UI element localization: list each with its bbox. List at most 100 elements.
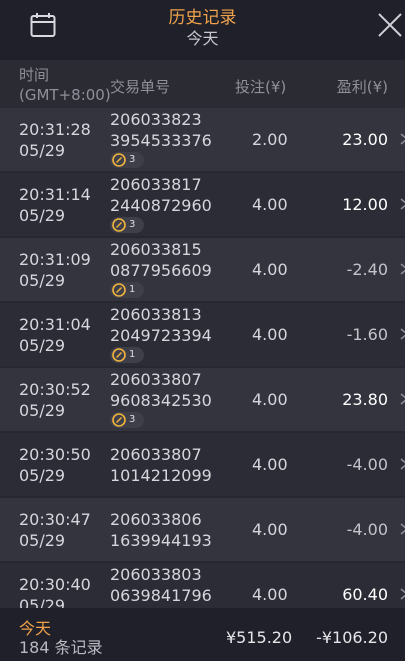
record-badge: 3 bbox=[110, 152, 144, 168]
coin-icon bbox=[112, 153, 126, 167]
record-order-line1: 206033806 bbox=[110, 510, 202, 529]
record-badge-count: 1 bbox=[129, 284, 136, 295]
record-badge: 3 bbox=[110, 217, 144, 233]
record-bet: 4.00 bbox=[252, 390, 288, 409]
chevron-right-icon bbox=[400, 393, 405, 405]
record-time-date: 05/29 bbox=[19, 206, 66, 225]
record-bet: 4.00 bbox=[252, 455, 288, 474]
close-icon[interactable] bbox=[377, 12, 403, 38]
record-badge: 1 bbox=[110, 282, 144, 298]
record-profit: 12.00 bbox=[342, 195, 388, 214]
record-order-line1: 206033807 bbox=[110, 370, 202, 389]
record-badge-count: 3 bbox=[129, 154, 136, 165]
record-order-line1: 206033807 bbox=[110, 445, 202, 464]
record-order-line1: 206033817 bbox=[110, 175, 202, 194]
record-row[interactable]: 20:31:14 05/29 206033817 2440872960 3 4.… bbox=[0, 173, 405, 236]
chevron-right-icon bbox=[400, 523, 405, 535]
record-row[interactable]: 20:31:28 05/29 206033823 3954533376 3 2.… bbox=[0, 108, 405, 171]
record-order-line1: 206033823 bbox=[110, 110, 202, 129]
record-row[interactable]: 20:30:52 05/29 206033807 9608342530 3 4.… bbox=[0, 368, 405, 431]
record-time-clock: 20:30:47 bbox=[19, 510, 91, 529]
record-profit: 60.40 bbox=[342, 585, 388, 604]
record-profit: -4.00 bbox=[346, 520, 388, 539]
record-time-clock: 20:30:40 bbox=[19, 575, 91, 594]
chevron-right-icon bbox=[400, 328, 405, 340]
column-time-label: 时间 bbox=[19, 66, 50, 84]
record-bet: 4.00 bbox=[252, 585, 288, 604]
record-bet: 4.00 bbox=[252, 195, 288, 214]
coin-icon bbox=[112, 413, 126, 427]
record-time-date: 05/29 bbox=[19, 271, 66, 290]
column-profit: 盈利(¥) bbox=[336, 78, 388, 96]
record-order-line1: 206033813 bbox=[110, 305, 202, 324]
record-order: 206033807 9608342530 bbox=[110, 369, 212, 411]
record-time-date: 05/29 bbox=[19, 336, 66, 355]
record-profit: -2.40 bbox=[346, 260, 388, 279]
record-time-clock: 20:30:52 bbox=[19, 380, 91, 399]
record-order-line2: 1639944193 bbox=[110, 531, 212, 550]
record-order-line1: 206033803 bbox=[110, 565, 202, 584]
record-profit: 23.80 bbox=[342, 390, 388, 409]
record-order: 206033813 2049723394 bbox=[110, 304, 212, 346]
page-title: 历史记录 bbox=[168, 8, 237, 28]
chevron-right-icon bbox=[400, 198, 405, 210]
record-bet: 4.00 bbox=[252, 520, 288, 539]
record-bet: 4.00 bbox=[252, 260, 288, 279]
record-order: 206033806 1639944193 bbox=[110, 509, 212, 551]
chevron-right-icon bbox=[400, 588, 405, 600]
record-time: 20:31:14 05/29 bbox=[19, 184, 91, 226]
footer-total-profit: -¥106.20 bbox=[316, 628, 388, 647]
record-badge-count: 3 bbox=[129, 414, 136, 425]
chevron-right-icon bbox=[400, 263, 405, 275]
footer-record-count: 184 条记录 bbox=[19, 638, 103, 657]
record-row[interactable]: 20:30:50 05/29 206033807 1014212099 4.00… bbox=[0, 433, 405, 496]
record-time: 20:30:50 05/29 bbox=[19, 444, 91, 486]
record-row[interactable]: 20:31:04 05/29 206033813 2049723394 1 4.… bbox=[0, 303, 405, 366]
record-order-line2: 0877956609 bbox=[110, 261, 212, 280]
record-order: 206033807 1014212099 bbox=[110, 444, 212, 486]
record-time-clock: 20:31:09 bbox=[19, 250, 91, 269]
coin-icon bbox=[112, 348, 126, 362]
column-bet: 投注(¥) bbox=[235, 78, 287, 96]
footer-period: 今天 bbox=[19, 619, 52, 638]
record-order: 206033815 0877956609 bbox=[110, 239, 212, 281]
coin-icon bbox=[112, 218, 126, 232]
record-time: 20:30:47 05/29 bbox=[19, 509, 91, 551]
record-row[interactable]: 20:30:47 05/29 206033806 1639944193 4.00… bbox=[0, 498, 405, 561]
record-time: 20:31:09 05/29 bbox=[19, 249, 91, 291]
record-time-clock: 20:31:04 bbox=[19, 315, 91, 334]
record-badge: 3 bbox=[110, 412, 144, 428]
record-order-line2: 1014212099 bbox=[110, 466, 212, 485]
record-order-line2: 2049723394 bbox=[110, 326, 212, 345]
record-row[interactable]: 20:31:09 05/29 206033815 0877956609 1 4.… bbox=[0, 238, 405, 301]
record-time-date: 05/29 bbox=[19, 141, 66, 160]
header: 历史记录 今天 bbox=[0, 0, 405, 60]
summary-footer: 今天 184 条记录 ¥515.20 -¥106.20 bbox=[0, 608, 405, 661]
record-badge: 1 bbox=[110, 347, 144, 363]
record-order-line2: 2440872960 bbox=[110, 196, 212, 215]
footer-total-bet: ¥515.20 bbox=[226, 628, 293, 647]
record-order: 206033823 3954533376 bbox=[110, 109, 212, 151]
record-order-line2: 9608342530 bbox=[110, 391, 212, 410]
records-list: 20:31:28 05/29 206033823 3954533376 3 2.… bbox=[0, 108, 405, 628]
record-time: 20:31:04 05/29 bbox=[19, 314, 91, 356]
record-order-line1: 206033815 bbox=[110, 240, 202, 259]
chevron-right-icon bbox=[400, 458, 405, 470]
column-header: 时间 (GMT+8:00) 交易单号 投注(¥) 盈利(¥) bbox=[0, 60, 405, 108]
record-profit: -1.60 bbox=[346, 325, 388, 344]
record-bet: 4.00 bbox=[252, 325, 288, 344]
coin-icon bbox=[112, 283, 126, 297]
page-subtitle: 今天 bbox=[186, 29, 219, 48]
column-time-zone: (GMT+8:00) bbox=[19, 86, 111, 104]
record-badge-count: 1 bbox=[129, 349, 136, 360]
column-order: 交易单号 bbox=[110, 78, 171, 96]
record-time-clock: 20:31:28 bbox=[19, 120, 91, 139]
record-profit: 23.00 bbox=[342, 130, 388, 149]
chevron-right-icon bbox=[400, 133, 405, 145]
record-time-clock: 20:31:14 bbox=[19, 185, 91, 204]
record-order: 206033817 2440872960 bbox=[110, 174, 212, 216]
record-profit: -4.00 bbox=[346, 455, 388, 474]
record-time-clock: 20:30:50 bbox=[19, 445, 91, 464]
column-time: 时间 (GMT+8:00) bbox=[19, 65, 111, 105]
record-time-date: 05/29 bbox=[19, 466, 66, 485]
